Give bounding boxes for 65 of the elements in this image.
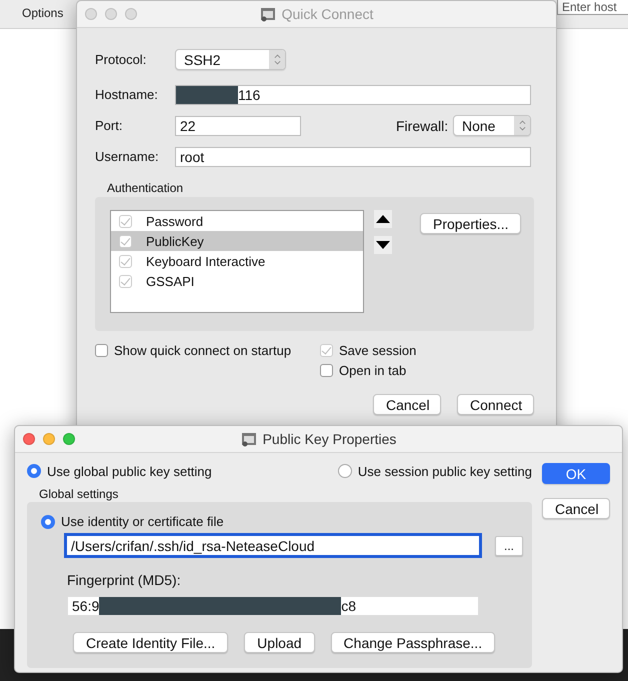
radio-label: Use identity or certificate file [61,514,224,529]
window-title: Quick Connect [282,6,374,22]
method-item[interactable]: Password [111,211,363,231]
method-label: GSSAPI [146,274,194,288]
checkbox[interactable] [119,254,132,268]
checkbox[interactable] [320,364,333,377]
field-label: Hostname: [95,87,159,102]
field-label: Protocol: [95,52,148,67]
stepper-icon [274,54,280,65]
protocol-select[interactable]: SSH2 [175,49,286,70]
checkbox[interactable] [119,234,132,248]
username-field[interactable]: root [175,146,531,166]
radio-label: Use global public key setting [47,464,212,478]
method-item[interactable]: PublicKey [111,231,363,251]
action-button[interactable]: Change Passphrase... [330,632,496,653]
checkbox-label: Open in tab [339,363,406,378]
hostname-field[interactable]: 116 [175,84,531,104]
window-control[interactable] [105,8,117,20]
group-label: Authentication [107,181,184,195]
action-button[interactable]: Upload [244,632,315,653]
ok-button[interactable]: OK [542,463,610,484]
field-label: Port: [95,118,124,133]
window-control[interactable] [23,433,35,445]
dialog-button[interactable]: Cancel [373,394,441,415]
down-arrow-icon [376,241,390,249]
radio-button[interactable] [41,514,55,528]
window-control[interactable] [85,8,97,20]
window-title: Public Key Properties [262,431,396,447]
action-button[interactable]: Create Identity File... [73,632,228,653]
move-down-button[interactable] [374,236,392,254]
group-label: Global settings [39,487,120,501]
method-item[interactable]: GSSAPI [111,271,363,291]
checkbox[interactable] [119,214,132,228]
radio-label: Use session public key setting [358,464,532,478]
field-label: Fingerprint (MD5): [67,572,182,588]
properties-button[interactable]: Properties... [420,213,522,234]
checkbox-label: Show quick connect on startup [114,343,292,358]
stepper-icon [518,120,526,131]
host-field[interactable]: Enter host [557,0,628,15]
fingerprint-field: 56:9 c8 [67,596,479,616]
method-label: Password [146,214,204,228]
cancel-button[interactable]: Cancel [542,498,610,519]
up-arrow-icon [376,215,390,223]
terminal-icon [240,431,257,447]
field-label: Username: [95,149,160,164]
checkbox-label: Save session [339,343,416,358]
window-control[interactable] [43,433,55,445]
method-item[interactable]: Keyboard Interactive [111,251,363,271]
window-control[interactable] [63,433,75,445]
firewall-select[interactable]: None [453,115,531,136]
field-label: Firewall: [396,118,450,134]
browse-button[interactable]: ... [495,536,524,556]
method-label: Keyboard Interactive [146,254,266,268]
terminal-icon [260,6,276,22]
radio-button[interactable] [27,464,41,478]
method-label: PublicKey [146,234,204,248]
checkbox[interactable] [95,344,108,357]
checkbox[interactable] [119,274,132,288]
radio-button[interactable] [338,464,352,478]
port-field[interactable]: 22 [175,116,301,136]
toolbar-label: Options [22,6,64,20]
dialog-button[interactable]: Connect [457,394,534,415]
window-control[interactable] [125,8,137,20]
file-path-field[interactable]: /Users/crifan/.ssh/id_rsa-NeteaseCloud [64,533,482,558]
move-up-button[interactable] [374,210,392,228]
